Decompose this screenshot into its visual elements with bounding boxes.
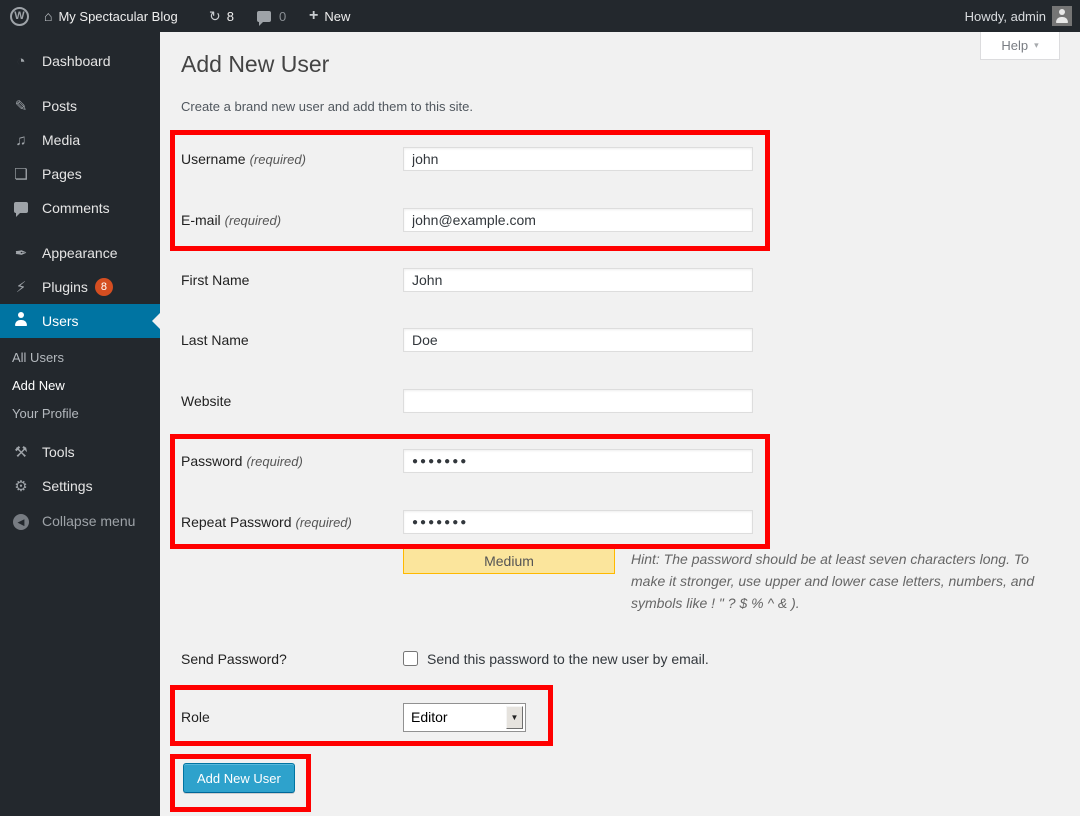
send-password-label: Send Password? xyxy=(181,651,287,667)
main-content: Help ▾ Add New User Create a brand new u… xyxy=(160,32,1080,816)
website-label: Website xyxy=(181,393,231,409)
add-new-user-button[interactable]: Add New User xyxy=(183,763,295,793)
select-dropdown-arrow-icon[interactable]: ▼ xyxy=(506,706,523,729)
sidebar-item-users[interactable]: Users xyxy=(0,304,160,338)
first-name-row: First Name xyxy=(181,268,941,294)
role-selected-value: Editor xyxy=(411,709,448,725)
avatar xyxy=(1052,6,1072,26)
wordpress-logo-menu[interactable]: W xyxy=(10,0,29,32)
sidebar-item-dashboard[interactable]: ◔ Dashboard xyxy=(0,44,160,78)
send-password-text: Send this password to the new user by em… xyxy=(427,651,709,667)
required-note: (required) xyxy=(296,515,352,530)
dashboard-icon: ◔ xyxy=(10,53,32,70)
help-button[interactable]: Help ▾ xyxy=(980,32,1060,60)
plugins-update-badge: 8 xyxy=(95,278,113,296)
sidebar-subitem-add-new[interactable]: Add New xyxy=(0,372,160,400)
send-password-checkbox[interactable] xyxy=(403,651,418,666)
email-label: E-mail(required) xyxy=(181,212,281,228)
sidebar-item-pages[interactable]: ❏ Pages xyxy=(0,157,160,191)
chevron-down-icon: ▾ xyxy=(1034,40,1039,51)
pages-icon: ❏ xyxy=(10,165,32,183)
role-select[interactable]: Editor ▼ xyxy=(403,703,526,732)
repeat-password-label: Repeat Password(required) xyxy=(181,514,352,530)
username-row: Username(required) xyxy=(181,147,941,173)
website-row: Website xyxy=(181,389,941,415)
user-avatar-icon xyxy=(1055,9,1069,23)
role-label: Role xyxy=(181,709,210,725)
password-strength-indicator: Medium xyxy=(403,548,615,574)
password-label: Password(required) xyxy=(181,453,303,469)
appearance-brush-icon: ✒ xyxy=(10,244,32,262)
sidebar-subitem-all-users[interactable]: All Users xyxy=(0,344,160,372)
pushpin-icon: ✎ xyxy=(10,97,32,115)
collapse-icon: ◀ xyxy=(10,512,32,530)
repeat-password-row: Repeat Password(required) xyxy=(181,510,941,536)
current-menu-arrow xyxy=(152,313,160,329)
password-row: Password(required) xyxy=(181,449,941,475)
plugin-icon: ⚡ xyxy=(10,278,32,296)
sidebar-item-settings[interactable]: ⚙ Settings xyxy=(0,469,160,503)
comment-bubble-icon xyxy=(10,200,32,217)
page-title: Add New User xyxy=(181,51,329,78)
page-subtitle: Create a brand new user and add them to … xyxy=(181,99,473,114)
last-name-input[interactable] xyxy=(403,328,753,352)
admin-sidebar: ◔ Dashboard ✎ Posts ♫ Media ❏ Pages Comm… xyxy=(0,32,160,816)
howdy-label: Howdy, admin xyxy=(965,9,1046,24)
updates-icon: ↻ xyxy=(209,8,221,25)
website-input[interactable] xyxy=(403,389,753,413)
username-input[interactable] xyxy=(403,147,753,171)
sidebar-item-appearance[interactable]: ✒ Appearance xyxy=(0,236,160,270)
last-name-label: Last Name xyxy=(181,332,249,348)
required-note: (required) xyxy=(250,152,306,167)
password-input[interactable] xyxy=(403,449,753,473)
users-icon xyxy=(10,312,32,330)
first-name-label: First Name xyxy=(181,272,249,288)
sidebar-item-comments[interactable]: Comments xyxy=(0,191,160,225)
wordpress-admin-page: W ⌂ My Spectacular Blog ↻ 8 0 + New Howd… xyxy=(0,0,1080,816)
wordpress-logo-icon: W xyxy=(10,7,29,26)
new-content-menu[interactable]: + New xyxy=(309,0,350,32)
sidebar-item-tools[interactable]: ⚒ Tools xyxy=(0,435,160,469)
site-name-label: My Spectacular Blog xyxy=(58,9,177,24)
new-label: New xyxy=(324,9,350,24)
wrench-icon: ⚒ xyxy=(10,443,32,461)
comments-link[interactable]: 0 xyxy=(257,0,286,32)
required-note: (required) xyxy=(246,454,302,469)
site-name-link[interactable]: ⌂ My Spectacular Blog xyxy=(44,0,178,32)
comment-bubble-icon xyxy=(257,11,271,22)
sidebar-item-posts[interactable]: ✎ Posts xyxy=(0,89,160,123)
repeat-password-input[interactable] xyxy=(403,510,753,534)
media-icon: ♫ xyxy=(10,132,32,149)
sidebar-item-media[interactable]: ♫ Media xyxy=(0,123,160,157)
send-password-row: Send Password? Send this password to the… xyxy=(181,650,941,670)
sidebar-item-plugins[interactable]: ⚡ Plugins 8 xyxy=(0,270,160,304)
collapse-menu-button[interactable]: ◀ Collapse menu xyxy=(0,504,160,538)
updates-link[interactable]: ↻ 8 xyxy=(209,0,234,32)
updates-count: 8 xyxy=(227,9,234,24)
account-menu[interactable]: Howdy, admin xyxy=(965,0,1046,32)
email-row: E-mail(required) xyxy=(181,208,941,234)
password-strength-section: Medium Hint: The password should be at l… xyxy=(403,548,1043,614)
plus-icon: + xyxy=(309,7,318,25)
sliders-icon: ⚙ xyxy=(10,477,32,495)
username-label: Username(required) xyxy=(181,151,306,167)
email-field[interactable] xyxy=(403,208,753,232)
admin-bar: W ⌂ My Spectacular Blog ↻ 8 0 + New Howd… xyxy=(0,0,1080,32)
sidebar-subitem-your-profile[interactable]: Your Profile xyxy=(0,400,160,428)
comments-count: 0 xyxy=(279,9,286,24)
required-note: (required) xyxy=(225,213,281,228)
home-icon: ⌂ xyxy=(44,8,52,24)
first-name-input[interactable] xyxy=(403,268,753,292)
last-name-row: Last Name xyxy=(181,328,941,354)
